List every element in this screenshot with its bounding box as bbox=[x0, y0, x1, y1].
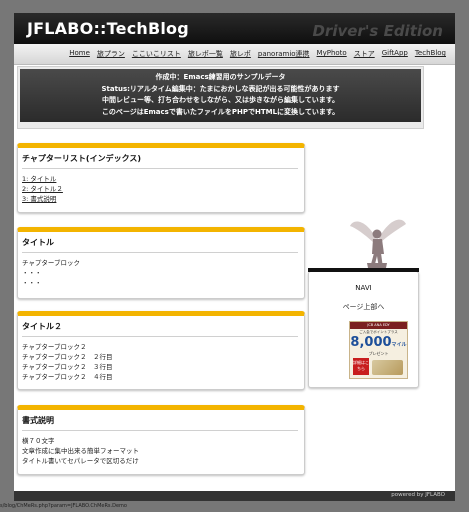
fairy-icon bbox=[350, 219, 406, 268]
format-line: タイトル書いてセパレータで区切るだけ bbox=[22, 457, 139, 465]
nav-item-home[interactable]: Home bbox=[69, 49, 90, 59]
notice-line: 中間レビュー等、打ち合わせをしながら、又は歩きながら編集しています。 bbox=[101, 96, 340, 104]
site-title[interactable]: JFLABO::TechBlog bbox=[27, 19, 189, 38]
nav-item-report-list[interactable]: 旅レポ一覧 bbox=[188, 49, 223, 59]
nav-item-list[interactable]: ここいこリスト bbox=[132, 49, 181, 59]
section-title: チャプターリスト(インデックス) bbox=[22, 154, 141, 163]
chapter-link-3[interactable]: 3: 書式説明 bbox=[22, 194, 63, 204]
notice-line: このページはEmacsで書いたファイルをPHPでHTMLに変換しています。 bbox=[101, 107, 340, 116]
chapter-line: チャプターブロック２ ４行目 bbox=[22, 373, 113, 381]
format-line: 横７０文字 bbox=[22, 437, 55, 445]
chapter-line: チャプターブロック２ ３行目 bbox=[22, 363, 113, 371]
top-nav: Home 旅プラン ここいこリスト 旅レポ一覧 旅レポ panoramio連携 … bbox=[14, 44, 455, 65]
notice-box: 作成中：Emacs練習用のサンプルデータ Status:リアルタイム編集中：たま… bbox=[17, 66, 424, 129]
chapter-index-box: チャプターリスト(インデックス) 1: タイトル 2: タイトル２ 3: 書式説… bbox=[17, 143, 305, 213]
chapter-line: ・・・ bbox=[22, 279, 42, 287]
chapter-line: ・・・ bbox=[22, 269, 42, 277]
banner-header: JCB ANA EDY bbox=[350, 322, 407, 329]
chapter-title-box: タイトル チャプターブロック ・・・ ・・・ bbox=[17, 227, 305, 299]
section-title: タイトル bbox=[22, 238, 54, 247]
chapter-link-1[interactable]: 1: タイトル bbox=[22, 174, 63, 184]
chapter-line: チャプターブロック bbox=[22, 259, 81, 267]
notice-line: Status:リアルタイム編集中：たまにおかしな表記が出る可能性があります bbox=[101, 84, 340, 93]
chapter-title2-box: タイトル２ チャプターブロック２ チャプターブロック２ ２行目 チャプターブロッ… bbox=[17, 311, 305, 390]
status-bar-url: s/blog/ChMeRs.php?param=JFLABO.ChMeRs.De… bbox=[0, 503, 127, 509]
divider bbox=[22, 336, 298, 337]
site-header: JFLABO::TechBlog Driver's Edition bbox=[14, 13, 455, 44]
notice-line: 作成中：Emacs練習用のサンプルデータ bbox=[155, 73, 286, 81]
navi-label: NAVI bbox=[355, 284, 372, 292]
nav-item-techblog[interactable]: TechBlog bbox=[415, 49, 446, 59]
nav-item-myphoto[interactable]: MyPhoto bbox=[317, 49, 347, 59]
banner-gift: プレゼント bbox=[368, 351, 389, 356]
divider bbox=[22, 430, 298, 431]
banner-amount: 8,000マイル bbox=[350, 335, 407, 350]
nav-item-report[interactable]: 旅レポ bbox=[230, 49, 251, 59]
section-title: 書式説明 bbox=[22, 416, 54, 425]
chapter-line: チャプターブロック２ ２行目 bbox=[22, 353, 113, 361]
edition-label: Driver's Edition bbox=[312, 22, 443, 40]
format-line: 文章作成に集中出来る簡単フォーマット bbox=[22, 447, 139, 455]
format-box: 書式説明 横７０文字 文章作成に集中出来る簡単フォーマット タイトル書いてセパレ… bbox=[17, 405, 305, 475]
banner-detail-button[interactable]: 詳細はこちら bbox=[353, 358, 369, 375]
section-title: タイトル２ bbox=[22, 322, 62, 331]
nav-item-store[interactable]: ストア bbox=[354, 49, 375, 59]
chapter-link-2[interactable]: 2: タイトル２ bbox=[22, 184, 63, 194]
mileage-banner[interactable]: JCB ANA EDY ご入会でポイントプラス 8,000マイル プレゼント 詳… bbox=[349, 321, 408, 379]
nav-item-plan[interactable]: 旅プラン bbox=[97, 49, 125, 59]
credit-card-image bbox=[372, 360, 403, 375]
chapter-line: チャプターブロック２ bbox=[22, 343, 87, 351]
divider bbox=[22, 168, 298, 169]
notice-content: 作成中：Emacs練習用のサンプルデータ Status:リアルタイム編集中：たま… bbox=[20, 69, 421, 122]
nav-item-giftapp[interactable]: GiftApp bbox=[382, 49, 408, 59]
nav-item-panoramio[interactable]: panoramio連携 bbox=[258, 49, 310, 59]
page-top-link[interactable]: ページ上部へ bbox=[308, 302, 419, 312]
divider bbox=[22, 252, 298, 253]
